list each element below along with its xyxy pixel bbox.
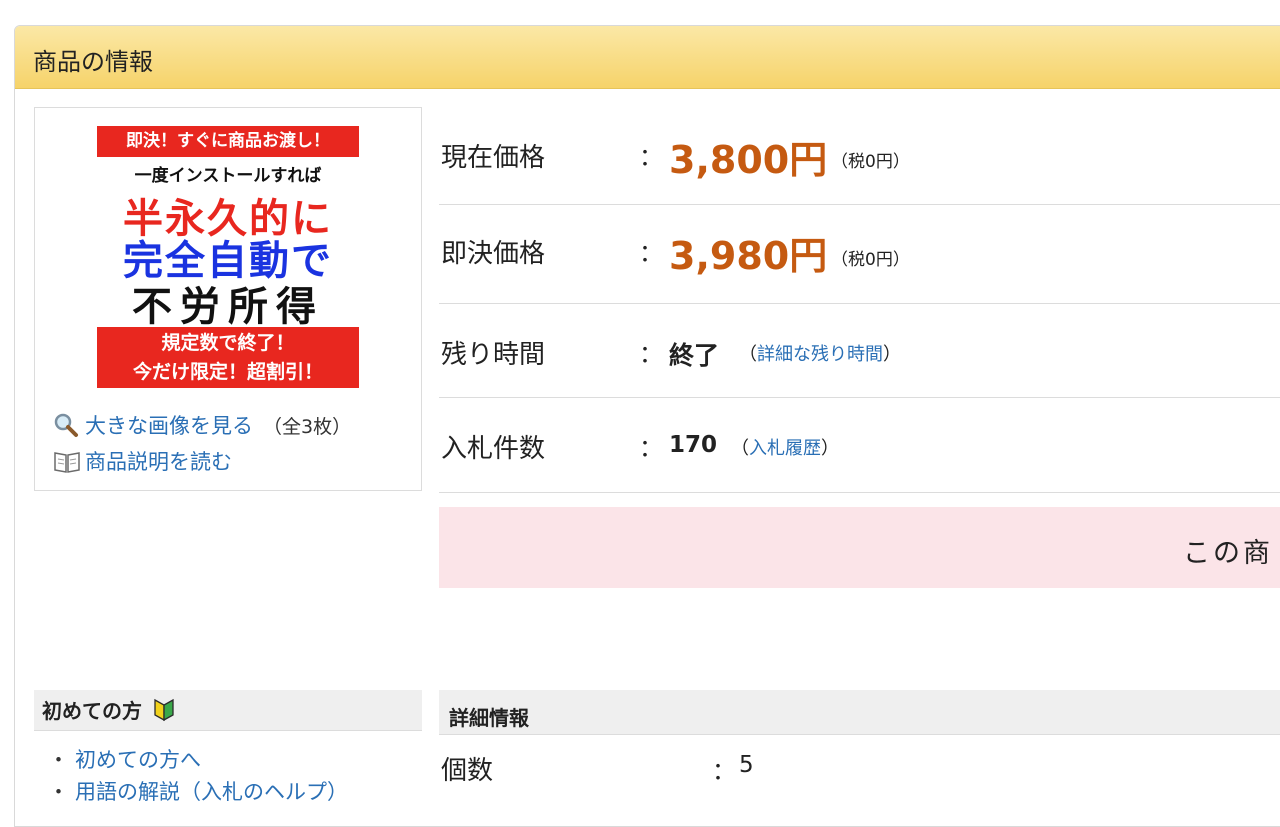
read-description-row: 商品説明を読む [53, 446, 232, 476]
status-alert: この商 [439, 507, 1280, 588]
current-price-label: 現在価格 [441, 143, 546, 173]
image-count: （全3枚） [263, 415, 352, 438]
read-description-link[interactable]: 商品説明を読む [85, 446, 232, 476]
thumbnail-bottom-banner: 規定数で終了！ 今だけ限定！超割引！ [97, 327, 359, 388]
current-price-colon: ： [639, 143, 663, 171]
time-left-label: 残り時間 [441, 340, 546, 370]
buyout-price-tax: （税0円） [831, 250, 910, 270]
current-price-tax: （税0円） [831, 152, 910, 172]
open-paren: （ [731, 438, 749, 459]
quantity-colon: ： [712, 757, 736, 785]
bid-history: （入札履歴） [731, 434, 839, 460]
thumbnail-bottom-line-1: 規定数で終了！ [161, 332, 295, 354]
beginner-mark-icon [153, 698, 175, 727]
bid-history-link[interactable]: 入札履歴 [749, 438, 821, 459]
buyout-price-colon: ： [639, 239, 663, 267]
time-left-detail-link[interactable]: 詳細な残り時間 [757, 344, 883, 365]
item-thumbnail[interactable]: 即決！すぐに商品お渡し！ 一度インストールすれば 半永久的に 完全自動で 不労所… [97, 126, 359, 388]
bid-count-value: 170 [669, 432, 718, 458]
time-left-row: 残り時間 ： 終了 （詳細な残り時間） [439, 304, 1280, 398]
details-section-header: 詳細情報 [439, 690, 1280, 735]
quantity-label: 個数 [441, 756, 494, 786]
beginner-section-title: 初めての方 [42, 695, 175, 727]
bid-count-colon: ： [639, 434, 663, 462]
open-paren: （ [739, 344, 757, 365]
details-section-title: 詳細情報 [449, 706, 529, 730]
status-alert-text: この商 [1183, 538, 1273, 569]
beginner-section-header: 初めての方 [34, 690, 422, 731]
view-large-image-link[interactable]: 大きな画像を見る [85, 410, 253, 440]
magnifier-icon [53, 412, 79, 438]
beginner-guide-link[interactable]: 初めての方へ [75, 748, 201, 772]
time-left-value: 終了 [669, 341, 720, 370]
thumbnail-bottom-line-2: 今だけ限定！超割引！ [132, 361, 323, 383]
beginner-link-item: ・用語の解説（入札のヘルプ） [48, 780, 348, 804]
time-left-colon: ： [639, 340, 663, 368]
bid-count-label: 入札件数 [441, 434, 546, 464]
close-paren: ） [821, 438, 839, 459]
thumbnail-top-banner: 即決！すぐに商品お渡し！ [97, 126, 359, 157]
panel-header: 商品の情報 [15, 26, 1280, 89]
buyout-price-row: 即決価格 ： 3,980円 （税0円） [439, 205, 1280, 304]
current-price-row: 現在価格 ： 3,800円 （税0円） [439, 107, 1280, 205]
beginner-link-item: ・初めての方へ [48, 748, 201, 772]
book-icon [53, 448, 80, 474]
buyout-price-label: 即決価格 [441, 239, 546, 269]
glossary-link[interactable]: 用語の解説（入札のヘルプ） [75, 780, 348, 804]
beginner-title-text: 初めての方 [42, 699, 142, 723]
thumbnail-subtitle: 一度インストールすれば [134, 166, 322, 186]
quantity-value: 5 [739, 752, 754, 778]
view-large-image-row: 大きな画像を見る （全3枚） [53, 410, 351, 440]
time-left-detail: （詳細な残り時間） [739, 340, 901, 366]
buyout-price-value: 3,980円 [669, 234, 828, 278]
item-image-box: 即決！すぐに商品お渡し！ 一度インストールすれば 半永久的に 完全自動で 不労所… [34, 107, 422, 491]
current-price-value: 3,800円 [669, 138, 828, 182]
close-paren: ） [883, 344, 901, 365]
thumbnail-line-3: 不労所得 [132, 284, 324, 330]
panel-title: 商品の情報 [33, 48, 153, 76]
bid-count-row: 入札件数 ： 170 （入札履歴） [439, 398, 1280, 493]
